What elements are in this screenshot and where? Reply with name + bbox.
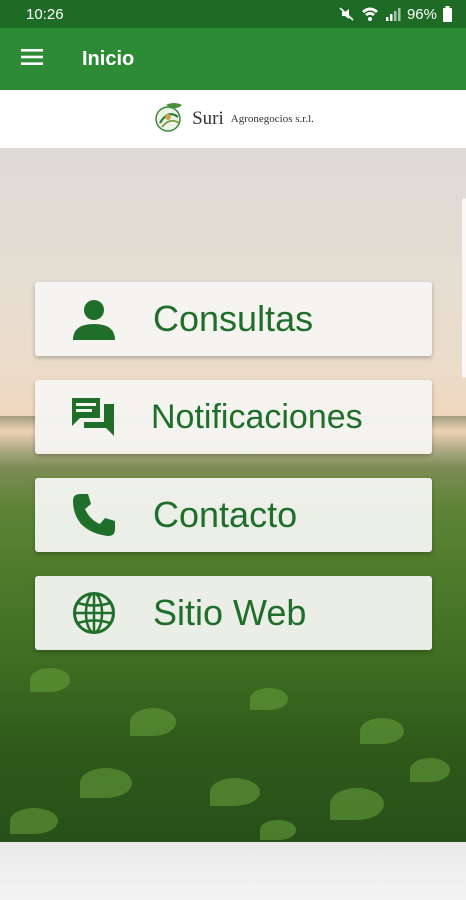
leaf-decoration [130,708,176,736]
phone-icon [35,478,153,552]
bottom-footer [0,842,466,900]
sitio-web-label: Sitio Web [153,592,307,633]
notificaciones-label: Notificaciones [151,397,363,436]
contacto-button[interactable]: Contacto [35,478,432,552]
logo-brand-text: Suri [192,108,224,129]
status-bar: 10:26 96% [0,0,466,28]
leaf-decoration [80,768,132,798]
main-menu: Consultas Notificaciones Contacto Sitio … [35,282,432,674]
chat-icon [35,380,151,454]
status-time: 10:26 [26,5,64,23]
leaf-decoration [10,808,58,834]
logo-emblem-icon [152,99,188,140]
consultas-label: Consultas [153,298,314,339]
globe-icon [35,576,153,650]
sitio-web-button[interactable]: Sitio Web [35,576,432,650]
logo-subtitle-text: Agronegocios s.r.l. [230,113,314,125]
person-icon [35,282,153,356]
signal-icon [385,6,401,22]
app-bar: Inicio [0,28,466,90]
mute-icon [339,6,355,22]
wifi-icon [361,6,379,22]
company-logo: Suri Agronegocios s.r.l. [152,99,314,140]
leaf-decoration [260,820,296,840]
leaf-decoration [330,788,384,820]
leaf-decoration [250,688,288,710]
leaf-decoration [210,778,260,806]
page-title: Inicio [82,47,135,70]
battery-icon [443,6,452,22]
logo-bar: Suri Agronegocios s.r.l. [0,90,466,148]
notificaciones-button[interactable]: Notificaciones [35,380,432,454]
contacto-label: Contacto [153,494,298,535]
scrollbar-thumb[interactable] [462,198,466,378]
status-icons: 96% [339,6,452,23]
leaf-decoration [360,718,404,744]
hamburger-menu-icon [21,48,43,71]
hamburger-menu-button[interactable] [0,28,64,90]
battery-level: 96% [406,5,437,23]
leaf-decoration [410,758,450,782]
consultas-button[interactable]: Consultas [35,282,432,356]
